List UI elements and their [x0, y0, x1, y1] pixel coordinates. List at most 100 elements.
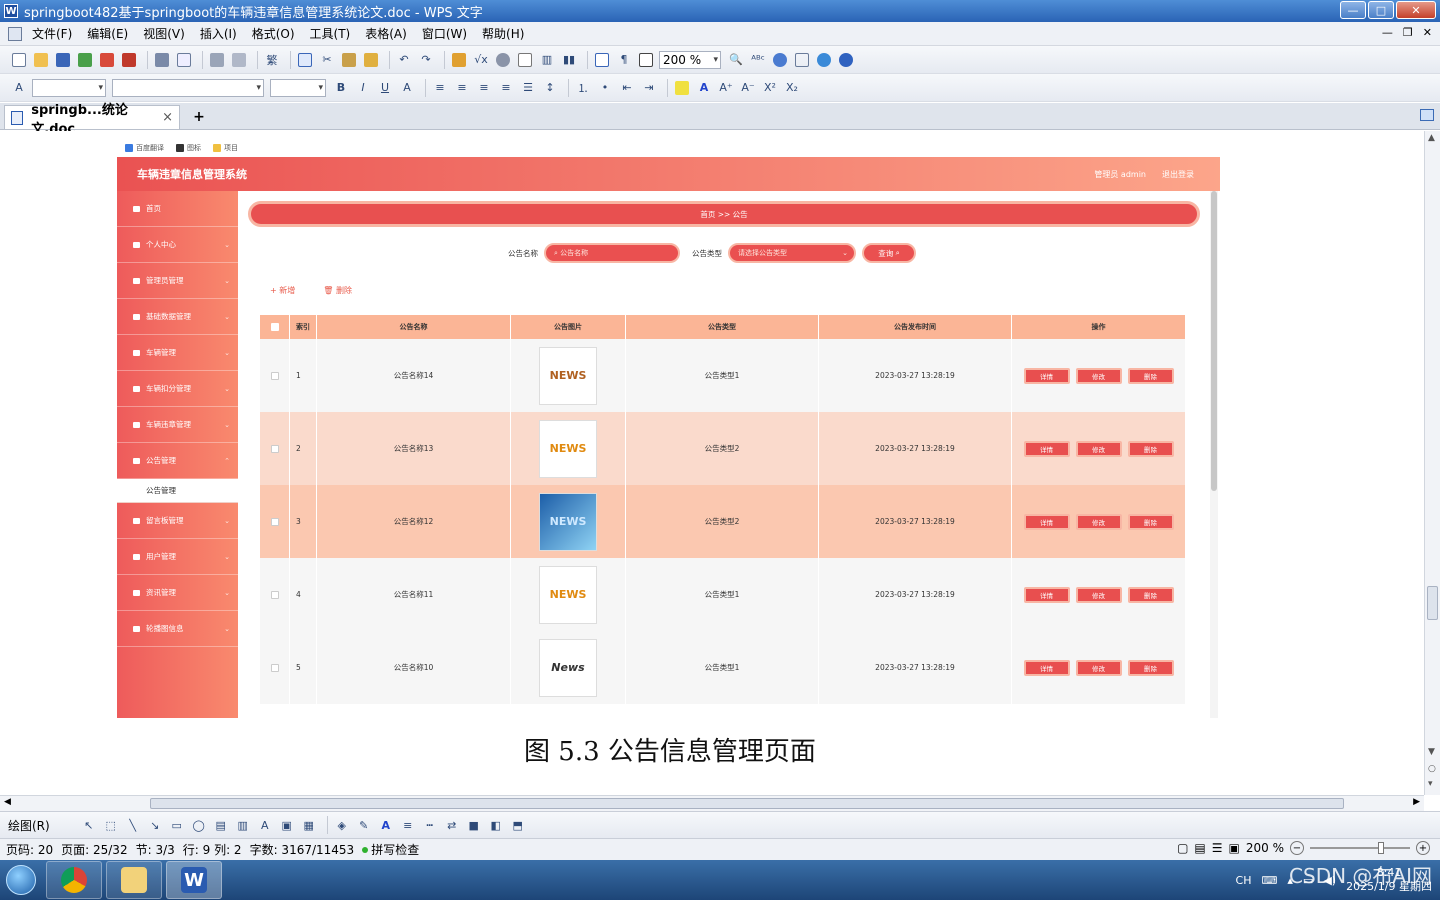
align-center-icon[interactable]: ≡	[453, 79, 471, 97]
menu-help[interactable]: 帮助(H)	[482, 25, 524, 42]
sidebar-item-news[interactable]: 资讯管理 ⌄	[117, 575, 238, 611]
keyboard-icon[interactable]: ⌨	[1262, 874, 1278, 887]
sidebar-item-notice[interactable]: 公告管理 ⌃	[117, 443, 238, 479]
format-painter-icon[interactable]	[362, 51, 380, 69]
hyperlink-icon[interactable]	[494, 51, 512, 69]
spellcheck-toggle[interactable]: 拼写检查	[362, 841, 419, 858]
prev-page-icon[interactable]: ○	[1428, 764, 1436, 774]
arrow-icon[interactable]: ↘	[146, 816, 164, 834]
superscript-icon[interactable]: X²	[761, 79, 779, 97]
dash-style-icon[interactable]: ┅	[421, 816, 439, 834]
taskbar-explorer[interactable]	[106, 861, 162, 899]
clipart-icon[interactable]: ▣	[278, 816, 296, 834]
edit-button[interactable]: 修改	[1075, 659, 1122, 676]
style-combo[interactable]	[32, 78, 106, 97]
template-icon[interactable]	[793, 51, 811, 69]
menu-insert[interactable]: 插入(I)	[200, 25, 237, 42]
draw-menu-button[interactable]: 绘图(R)	[8, 817, 50, 834]
detail-button[interactable]: 详情	[1023, 367, 1070, 384]
detail-button[interactable]: 详情	[1023, 513, 1070, 530]
shrink-font-icon[interactable]: A⁻	[739, 79, 757, 97]
taskbar-wps[interactable]: W	[166, 861, 222, 899]
document-tab[interactable]: springb...统论文.doc ×	[4, 103, 180, 137]
menu-tools[interactable]: 工具(T)	[310, 25, 351, 42]
sidebar-item-home[interactable]: 首页	[117, 191, 238, 227]
save-icon[interactable]	[54, 51, 72, 69]
sidebar-subitem-notice[interactable]: 公告管理	[117, 479, 238, 503]
select-pointer-icon[interactable]: ↖	[80, 816, 98, 834]
zoom-slider-knob[interactable]	[1378, 842, 1384, 854]
zoom-slider[interactable]	[1310, 842, 1410, 854]
shadow-icon[interactable]: ■	[465, 816, 483, 834]
export-pdf-icon[interactable]	[98, 51, 116, 69]
page-view-icon[interactable]: ▤	[1194, 841, 1205, 855]
next-page-icon[interactable]: ▾	[1428, 779, 1433, 789]
menu-window[interactable]: 窗口(W)	[422, 25, 467, 42]
doc-close-icon[interactable]: ✕	[1423, 26, 1432, 39]
row-checkbox[interactable]	[270, 590, 279, 599]
edit-button[interactable]: 修改	[1075, 586, 1122, 603]
font-color-icon[interactable]: A	[695, 79, 713, 97]
new-document-icon[interactable]	[10, 51, 28, 69]
sidebar-item-violation[interactable]: 车辆违章管理 ⌄	[117, 407, 238, 443]
bullet-list-icon[interactable]: •	[596, 79, 614, 97]
vertical-textbox-icon[interactable]: ▥	[234, 816, 252, 834]
share-icon[interactable]	[771, 51, 789, 69]
zoom-combo[interactable]: 200 %	[659, 50, 721, 69]
help-icon[interactable]	[837, 51, 855, 69]
ellipse-icon[interactable]: ◯	[190, 816, 208, 834]
delete-button[interactable]: 删除	[1127, 440, 1174, 457]
page-view-icon[interactable]	[637, 51, 655, 69]
underline-icon[interactable]: U	[376, 79, 394, 97]
align-right-icon[interactable]: ≡	[475, 79, 493, 97]
doc-minimize-icon[interactable]: —	[1382, 26, 1393, 39]
outline-view-icon[interactable]: ☰	[1212, 841, 1223, 855]
print-icon[interactable]	[153, 51, 171, 69]
sidebar-item-messages[interactable]: 留言板管理 ⌄	[117, 503, 238, 539]
traditional-chinese-icon[interactable]: 繁	[263, 51, 281, 69]
font-size-combo[interactable]	[270, 78, 326, 97]
columns-icon[interactable]: ▥	[538, 51, 556, 69]
distribute-icon[interactable]: ☰	[519, 79, 537, 97]
close-button[interactable]: ✕	[1396, 1, 1436, 19]
doc-restore-icon[interactable]: ❐	[1403, 26, 1413, 39]
batch-delete-button[interactable]: 🗑 删除	[323, 285, 352, 296]
italic-icon[interactable]: I	[354, 79, 372, 97]
bold-icon[interactable]: B	[332, 79, 350, 97]
delete-button[interactable]: 删除	[1127, 513, 1174, 530]
status-word-count[interactable]: 字数: 3167/11453	[250, 841, 355, 858]
show-marks-icon[interactable]: ¶	[615, 51, 633, 69]
line-color-icon[interactable]: ✎	[355, 816, 373, 834]
edit-button[interactable]: 修改	[1075, 513, 1122, 530]
horizontal-scrollbar[interactable]: ◀ ▶	[0, 795, 1424, 811]
line-style-icon[interactable]: ≡	[399, 816, 417, 834]
line-icon[interactable]: ╲	[124, 816, 142, 834]
zoom-in-icon[interactable]: +	[1416, 841, 1430, 855]
edit-button[interactable]: 修改	[1075, 440, 1122, 457]
highlight-icon[interactable]	[673, 79, 691, 97]
delete-button[interactable]: 删除	[1127, 367, 1174, 384]
3d-icon[interactable]: ◧	[487, 816, 505, 834]
scroll-right-icon[interactable]: ▶	[1413, 797, 1420, 807]
formula-icon[interactable]: √x	[472, 51, 490, 69]
chart-icon[interactable]: ▮▮	[560, 51, 578, 69]
export-icon[interactable]	[76, 51, 94, 69]
delete-button[interactable]: 删除	[1127, 586, 1174, 603]
maximize-button[interactable]: □	[1368, 1, 1394, 19]
table-grid-icon[interactable]	[516, 51, 534, 69]
open-folder-icon[interactable]	[32, 51, 50, 69]
document-menu-icon[interactable]	[8, 26, 22, 41]
style-icon[interactable]: A	[10, 79, 28, 97]
row-checkbox[interactable]	[270, 663, 279, 672]
autoshape-icon[interactable]: ⬚	[102, 816, 120, 834]
row-checkbox[interactable]	[270, 517, 279, 526]
menu-file[interactable]: 文件(F)	[32, 25, 72, 42]
menu-view[interactable]: 视图(V)	[143, 25, 185, 42]
sidebar-item-admin[interactable]: 管理员管理 ⌄	[117, 263, 238, 299]
textbox-icon[interactable]: ▤	[212, 816, 230, 834]
sidebar-item-vehicle[interactable]: 车辆管理 ⌄	[117, 335, 238, 371]
online-icon[interactable]	[815, 51, 833, 69]
insert-table-icon[interactable]	[450, 51, 468, 69]
add-button[interactable]: + 新增	[270, 285, 295, 296]
draw-font-color-icon[interactable]: A	[377, 816, 395, 834]
